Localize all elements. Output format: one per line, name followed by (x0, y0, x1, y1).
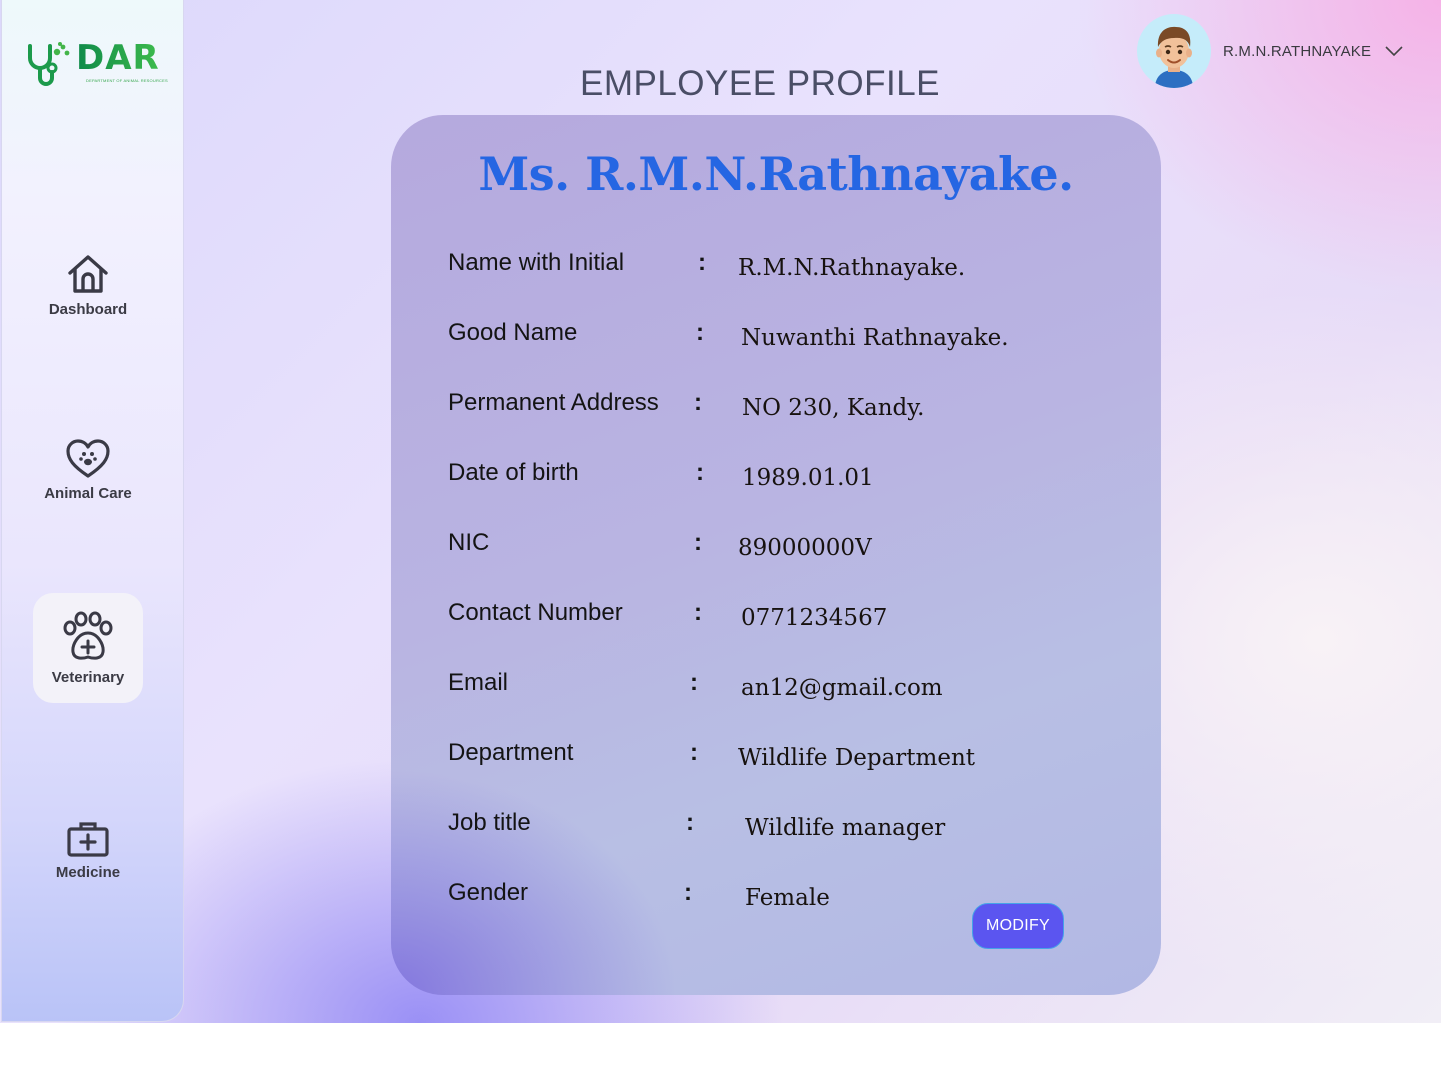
field-value: 89000000V (738, 535, 872, 561)
user-name: R.M.N.RATHNAYAKE (1223, 42, 1372, 60)
field-value: Wildlife Department (738, 745, 976, 771)
field-separator: : (690, 669, 698, 696)
field-value: Female (745, 885, 830, 911)
field-department: Department : Wildlife Department (448, 739, 1128, 779)
field-label: Good Name (448, 319, 578, 346)
paw-plus-icon (63, 611, 113, 660)
field-label: Contact Number (448, 599, 623, 626)
field-job-title: Job title : Wildlife manager (448, 809, 1128, 849)
sidebar: DAR DEPARTMENT OF ANIMAL RESOURCES Dashb… (1, 0, 184, 1022)
field-label: Permanent Address (448, 389, 659, 416)
field-label: NIC (448, 529, 490, 556)
sidebar-item-animal-care[interactable]: Animal Care (33, 415, 143, 525)
profile-card: Ms. R.M.N.Rathnayake. Name with Initial … (391, 115, 1161, 995)
field-separator: : (694, 389, 702, 416)
field-contact-number: Contact Number : 0771234567 (448, 599, 1128, 639)
field-email: Email : an12@gmail.com (448, 669, 1128, 709)
field-value: NO 230, Kandy. (742, 395, 925, 421)
stethoscope-paw-icon (28, 42, 70, 86)
medical-kit-icon (67, 821, 109, 857)
field-label: Department (448, 739, 574, 766)
user-menu[interactable]: R.M.N.RATHNAYAKE (1137, 14, 1403, 88)
field-separator: : (696, 319, 704, 346)
field-separator: : (694, 599, 702, 626)
field-separator: : (694, 529, 702, 556)
field-permanent-address: Permanent Address : NO 230, Kandy. (448, 389, 1128, 429)
field-separator: : (698, 249, 706, 276)
field-nic: NIC : 89000000V (448, 529, 1128, 569)
sidebar-item-label: Dashboard (48, 300, 128, 318)
field-value: Nuwanthi Rathnayake. (741, 325, 1009, 351)
field-name-with-initial: Name with Initial : R.M.N.Rathnayake. (448, 249, 1128, 289)
field-label: Date of birth (448, 459, 579, 486)
field-value: 1989.01.01 (742, 465, 874, 491)
chevron-down-icon[interactable] (1385, 45, 1403, 57)
sidebar-item-dashboard[interactable]: Dashboard (33, 230, 143, 340)
field-separator: : (696, 459, 704, 486)
field-label: Email (448, 669, 509, 696)
field-value: an12@gmail.com (741, 675, 943, 701)
sidebar-item-label: Veterinary (51, 668, 125, 686)
sidebar-item-veterinary[interactable]: Veterinary (33, 593, 143, 703)
avatar-icon (1155, 26, 1193, 88)
field-value: Wildlife manager (745, 815, 946, 841)
page-title: EMPLOYEE PROFILE (579, 64, 941, 103)
field-label: Job title (448, 809, 531, 836)
heart-paw-icon (66, 438, 110, 478)
brand-subtitle: DEPARTMENT OF ANIMAL RESOURCES (86, 78, 168, 83)
home-icon (68, 254, 108, 293)
brand-name: DAR (76, 38, 160, 78)
field-date-of-birth: Date of birth : 1989.01.01 (448, 459, 1128, 499)
profile-heading: Ms. R.M.N.Rathnayake. (478, 147, 1074, 201)
field-value: R.M.N.Rathnayake. (738, 255, 966, 281)
field-label: Name with Initial (448, 249, 625, 276)
modify-button[interactable]: MODIFY (972, 903, 1064, 949)
field-separator: : (690, 739, 698, 766)
sidebar-item-label: Animal Care (44, 484, 132, 502)
brand-logo[interactable]: DAR DEPARTMENT OF ANIMAL RESOURCES (24, 38, 174, 88)
field-good-name: Good Name : Nuwanthi Rathnayake. (448, 319, 1128, 359)
field-separator: : (686, 809, 694, 836)
app-window: DAR DEPARTMENT OF ANIMAL RESOURCES Dashb… (0, 0, 1441, 1023)
field-value: 0771234567 (741, 605, 888, 631)
avatar[interactable] (1137, 14, 1211, 88)
sidebar-item-medicine[interactable]: Medicine (33, 795, 143, 905)
field-separator: : (684, 879, 692, 906)
field-label: Gender (448, 879, 529, 906)
sidebar-item-label: Medicine (55, 863, 121, 881)
